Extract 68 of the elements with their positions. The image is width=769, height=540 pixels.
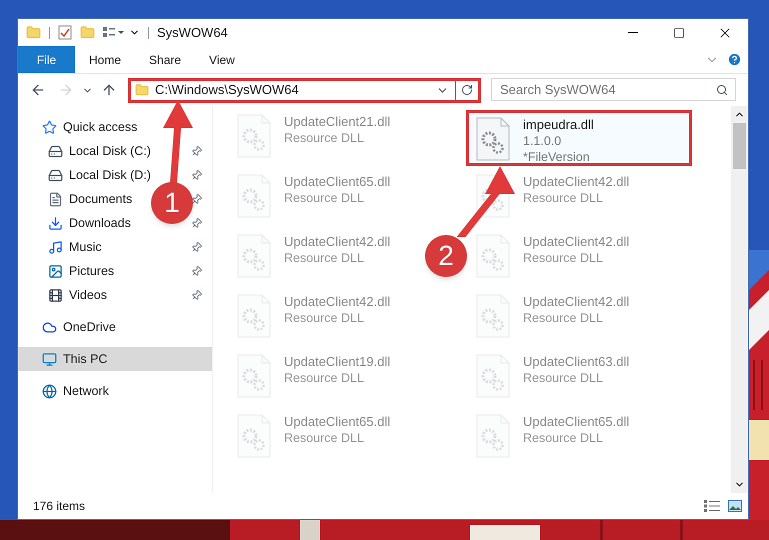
refresh-icon[interactable]	[461, 84, 473, 96]
file-detail: Resource DLL	[284, 130, 365, 146]
file-detail: Resource DLL	[284, 310, 365, 326]
scrollbar[interactable]	[731, 106, 748, 493]
sidebar-item[interactable]: Downloads	[46, 211, 135, 235]
file-gear-icon	[236, 174, 272, 218]
back-icon[interactable]	[30, 82, 46, 98]
file-name: UpdateClient21.dll	[284, 114, 390, 130]
address-path: C:\Windows\SysWOW64	[155, 81, 300, 100]
file-name: UpdateClient63.dll	[523, 354, 630, 370]
file-detail: Resource DLL	[284, 250, 365, 266]
file-gear-icon	[475, 294, 511, 338]
file-name: UpdateClient19.dll	[284, 354, 390, 370]
view-options-icon[interactable]	[103, 26, 125, 38]
sidebar-item[interactable]: Music	[46, 235, 106, 259]
sidebar-item[interactable]: Network	[18, 379, 212, 403]
file-detail: Resource DLL	[284, 190, 365, 206]
file-gear-icon	[236, 294, 272, 338]
file-name: UpdateClient42.dll	[523, 174, 630, 190]
file-gear-icon	[236, 414, 272, 458]
search-icon[interactable]	[716, 84, 728, 96]
file-item[interactable]: impeudra.dll 1.1.0.0 *FileVersion	[466, 110, 692, 166]
file-detail: Resource DLL	[523, 430, 604, 446]
file-gear-icon	[475, 117, 511, 161]
file-name: UpdateClient42.dll	[523, 294, 630, 310]
file-gear-icon	[236, 354, 272, 398]
search-field[interactable]: Search SysWOW64	[491, 78, 736, 101]
sidebar-item[interactable]: Quick access	[18, 115, 212, 139]
ribbon-tab[interactable]: View	[195, 46, 249, 73]
help-icon[interactable]	[727, 52, 742, 67]
ribbon-tab[interactable]: Share	[135, 46, 196, 73]
file-name: UpdateClient42.dll	[523, 234, 630, 250]
file-gear-icon	[236, 234, 272, 278]
file-gear-icon	[475, 234, 511, 278]
ribbon-tab[interactable]: Home	[75, 46, 136, 73]
file-name: UpdateClient42.dll	[284, 294, 390, 310]
item-count: 176 items	[33, 498, 86, 515]
sidebar-item[interactable]: This PC	[18, 347, 212, 371]
file-detail: *FileVersion	[523, 149, 591, 165]
file-name: UpdateClient65.dll	[284, 174, 390, 190]
file-detail: Resource DLL	[523, 250, 604, 266]
minimize-icon	[628, 32, 638, 33]
file-detail: Resource DLL	[523, 310, 604, 326]
scroll-thumb[interactable]	[733, 123, 746, 169]
file-gear-icon	[475, 354, 511, 398]
file-detail: Resource DLL	[523, 370, 604, 386]
file-detail: Resource DLL	[523, 190, 604, 206]
properties-icon[interactable]	[58, 25, 72, 40]
file-gear-icon	[236, 114, 272, 158]
address-field[interactable]: C:\Windows\SysWOW64	[128, 78, 481, 102]
sidebar-item[interactable]: Documents	[46, 187, 136, 211]
file-name: UpdateClient42.dll	[284, 234, 390, 250]
file-name: impeudra.dll	[523, 117, 594, 133]
sidebar-item[interactable]: Videos	[46, 283, 111, 307]
file-name: UpdateClient65.dll	[523, 414, 630, 430]
file-detail: Resource DLL	[284, 370, 365, 386]
file-name: UpdateClient65.dll	[284, 414, 390, 430]
file-gear-icon	[475, 414, 511, 458]
file-detail: Resource DLL	[284, 430, 365, 446]
window-title: SysWOW64	[157, 24, 228, 42]
large-icons-view-icon[interactable]	[728, 500, 742, 512]
details-view-icon[interactable]	[704, 500, 720, 512]
sidebar-item[interactable]: Local Disk (C:)	[46, 139, 155, 163]
sidebar-item[interactable]: Pictures	[46, 259, 118, 283]
sidebar-item[interactable]: OneDrive	[18, 315, 212, 339]
up-icon[interactable]	[101, 82, 117, 98]
maximize-icon	[673, 26, 685, 38]
file-detail: 1.1.0.0	[523, 133, 562, 149]
